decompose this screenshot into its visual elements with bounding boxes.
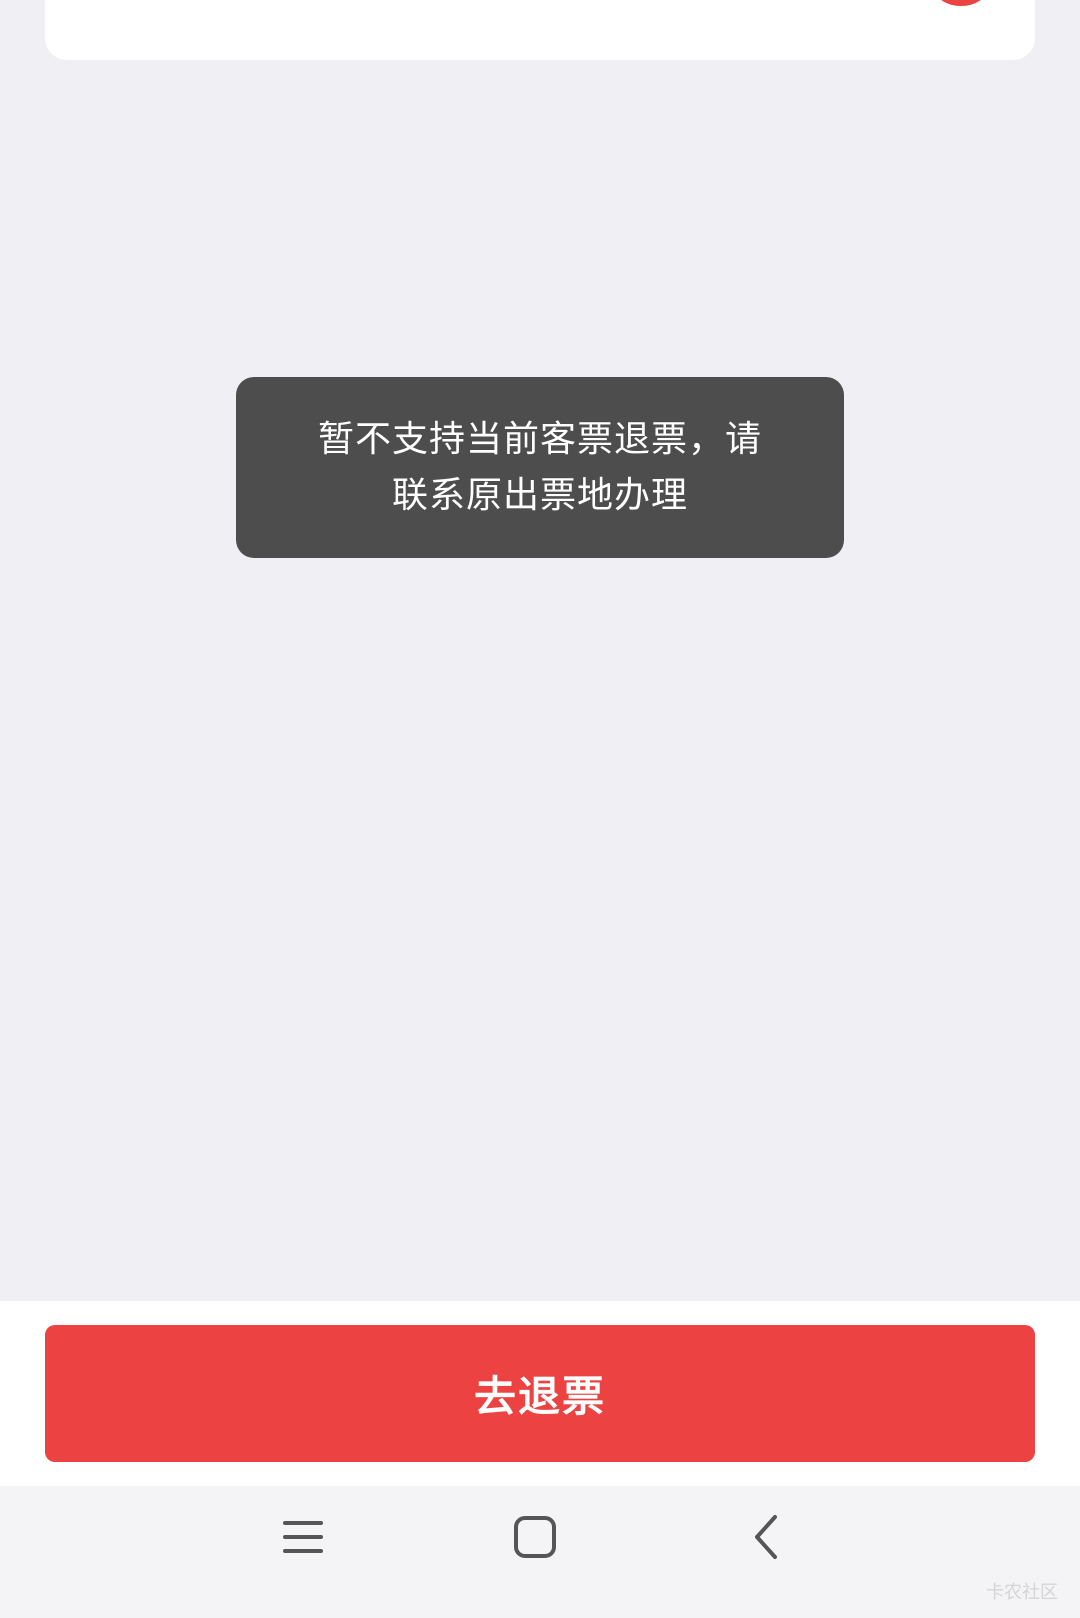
back-button[interactable] [718,1508,814,1566]
watermark: 卡农社区 [986,1582,1058,1603]
status-dot [935,0,987,6]
refund-button[interactable]: 去退票 [45,1325,1035,1462]
home-icon [514,1516,556,1558]
home-button[interactable] [487,1508,583,1566]
system-navigation-bar [0,1486,1080,1618]
menu-icon [283,1521,323,1553]
bottom-action-bar: 去退票 [0,1301,1080,1486]
menu-button[interactable] [255,1508,351,1566]
toast-message: 暂不支持当前客票退票，请 联系原出票地办理 [236,377,844,558]
toast-text: 暂不支持当前客票退票，请 联系原出票地办理 [317,418,762,516]
info-card [45,0,1035,60]
back-icon [755,1515,777,1559]
